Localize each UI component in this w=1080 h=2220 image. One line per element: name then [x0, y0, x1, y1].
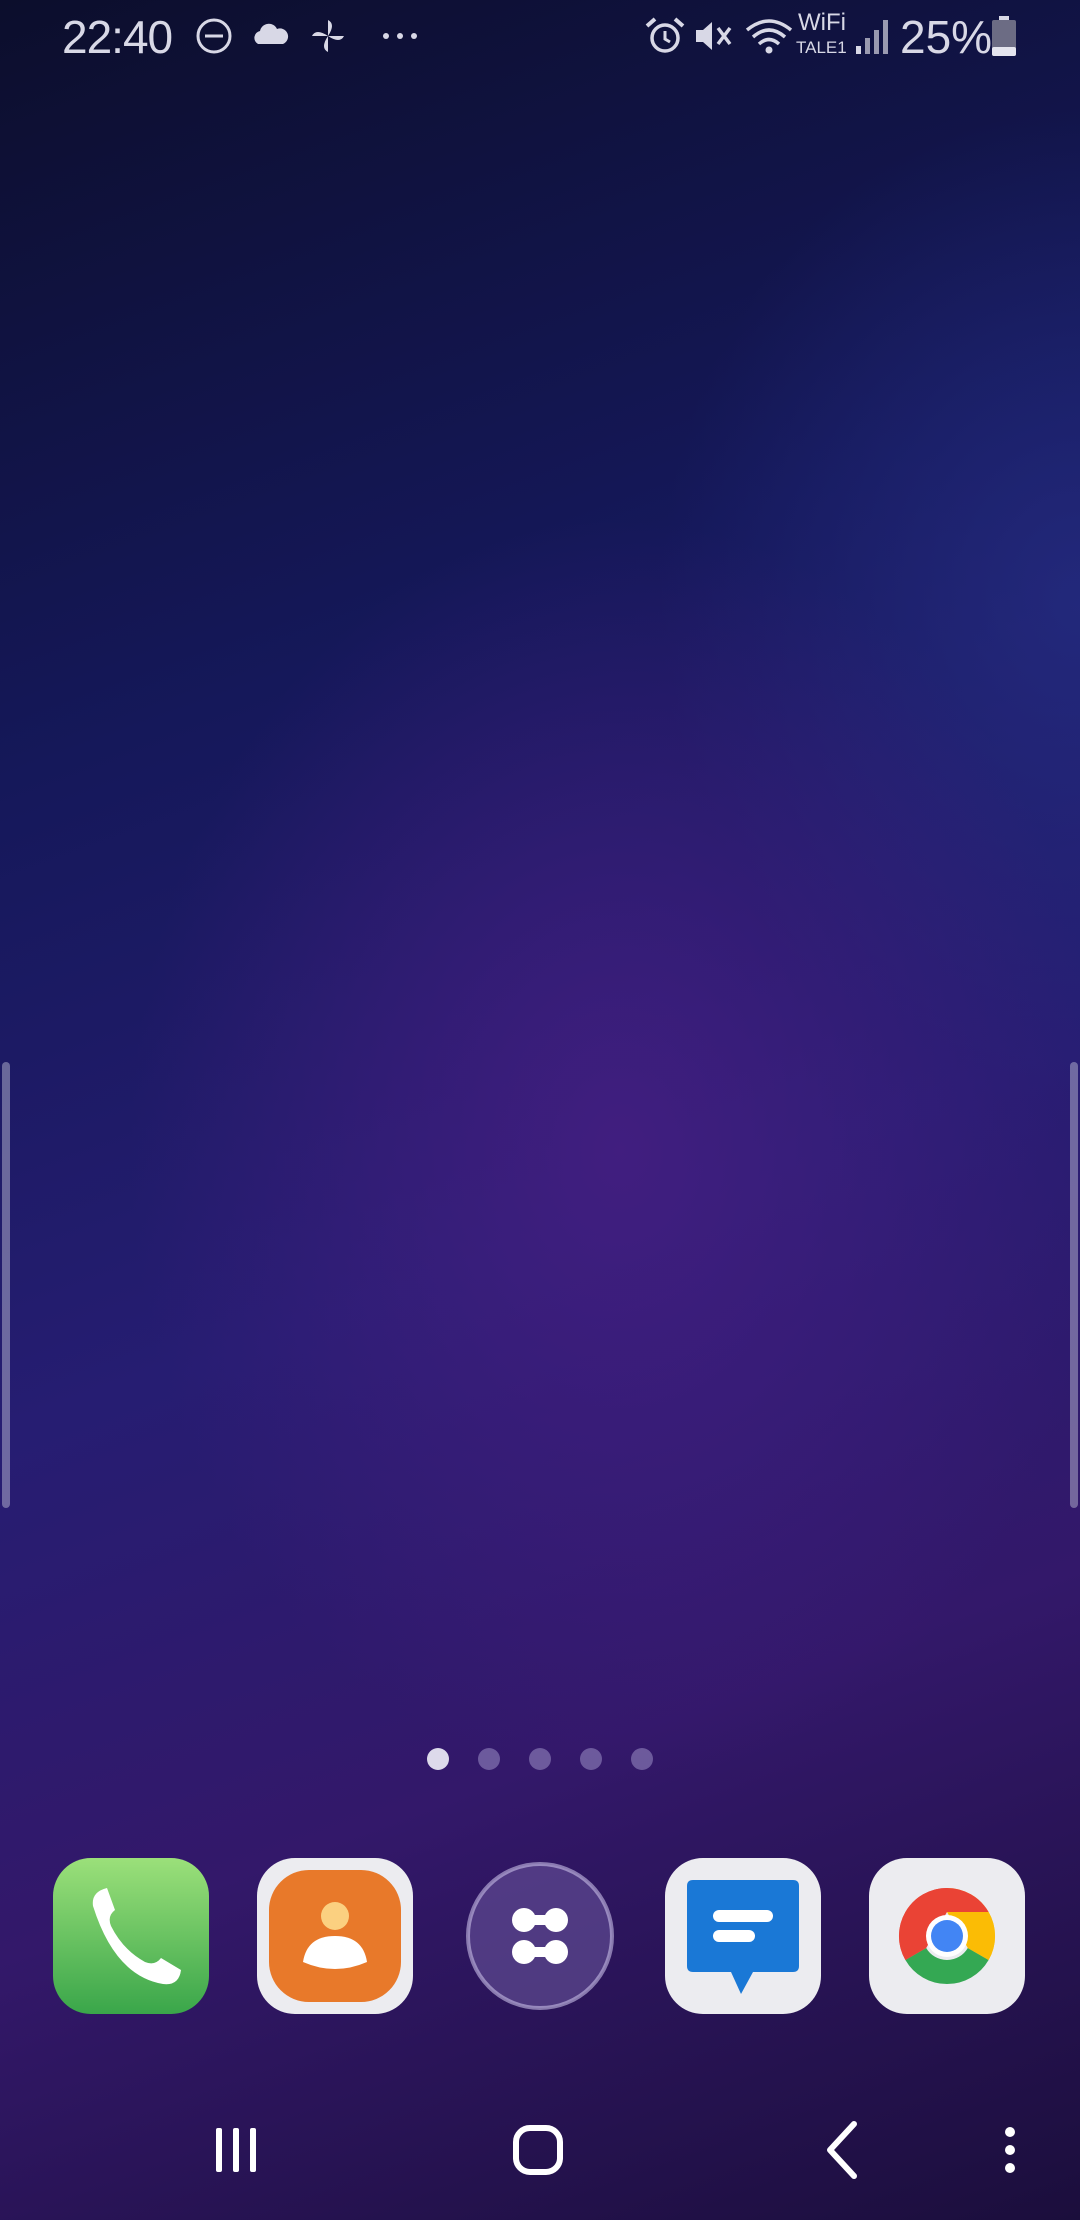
more-notifications-icon: [383, 33, 417, 39]
contacts-app[interactable]: [257, 1858, 413, 2014]
page-dot-4[interactable]: [580, 1748, 602, 1770]
page-dot-3[interactable]: [529, 1748, 551, 1770]
home-icon[interactable]: [498, 2110, 578, 2190]
phone-icon: [53, 1858, 209, 2014]
pinwheel-icon: [312, 20, 344, 52]
dnd-icon: [196, 18, 232, 54]
dock: [0, 1858, 1080, 2014]
chrome-app[interactable]: [869, 1858, 1025, 2014]
wifi-icon: [745, 19, 793, 54]
recents-icon[interactable]: [196, 2110, 276, 2190]
edge-panel-handle-left[interactable]: [2, 1062, 10, 1508]
apps-drawer[interactable]: [462, 1858, 618, 2014]
messages-icon: [665, 1858, 821, 2014]
page-indicator[interactable]: [0, 1748, 1080, 1770]
cloud-icon: [254, 23, 289, 44]
edge-panel-handle-right[interactable]: [1070, 1062, 1078, 1508]
signal-icon: [856, 20, 888, 54]
wifi-label: WiFi: [798, 9, 846, 36]
chrome-icon: [869, 1858, 1025, 2014]
messages-app[interactable]: [665, 1858, 821, 2014]
battery-icon: [992, 16, 1016, 56]
apps-icon: [466, 1862, 614, 2010]
wifi-network-label: TALE1: [796, 38, 847, 57]
alarm-icon: [645, 17, 685, 53]
page-dot-1[interactable]: [427, 1748, 449, 1770]
status-bar[interactable]: 22:40 WiFi TALE1 25%: [0, 0, 1080, 72]
status-time: 22:40: [62, 11, 173, 63]
navigation-bar: [0, 2110, 1080, 2190]
contacts-icon: [257, 1858, 413, 2014]
mute-icon: [696, 22, 732, 50]
back-icon[interactable]: [802, 2110, 882, 2190]
page-dot-5[interactable]: [631, 1748, 653, 1770]
menu-icon[interactable]: [970, 2110, 1050, 2190]
phone-app[interactable]: [53, 1858, 209, 2014]
battery-percent: 25%: [900, 11, 993, 63]
page-dot-2[interactable]: [478, 1748, 500, 1770]
